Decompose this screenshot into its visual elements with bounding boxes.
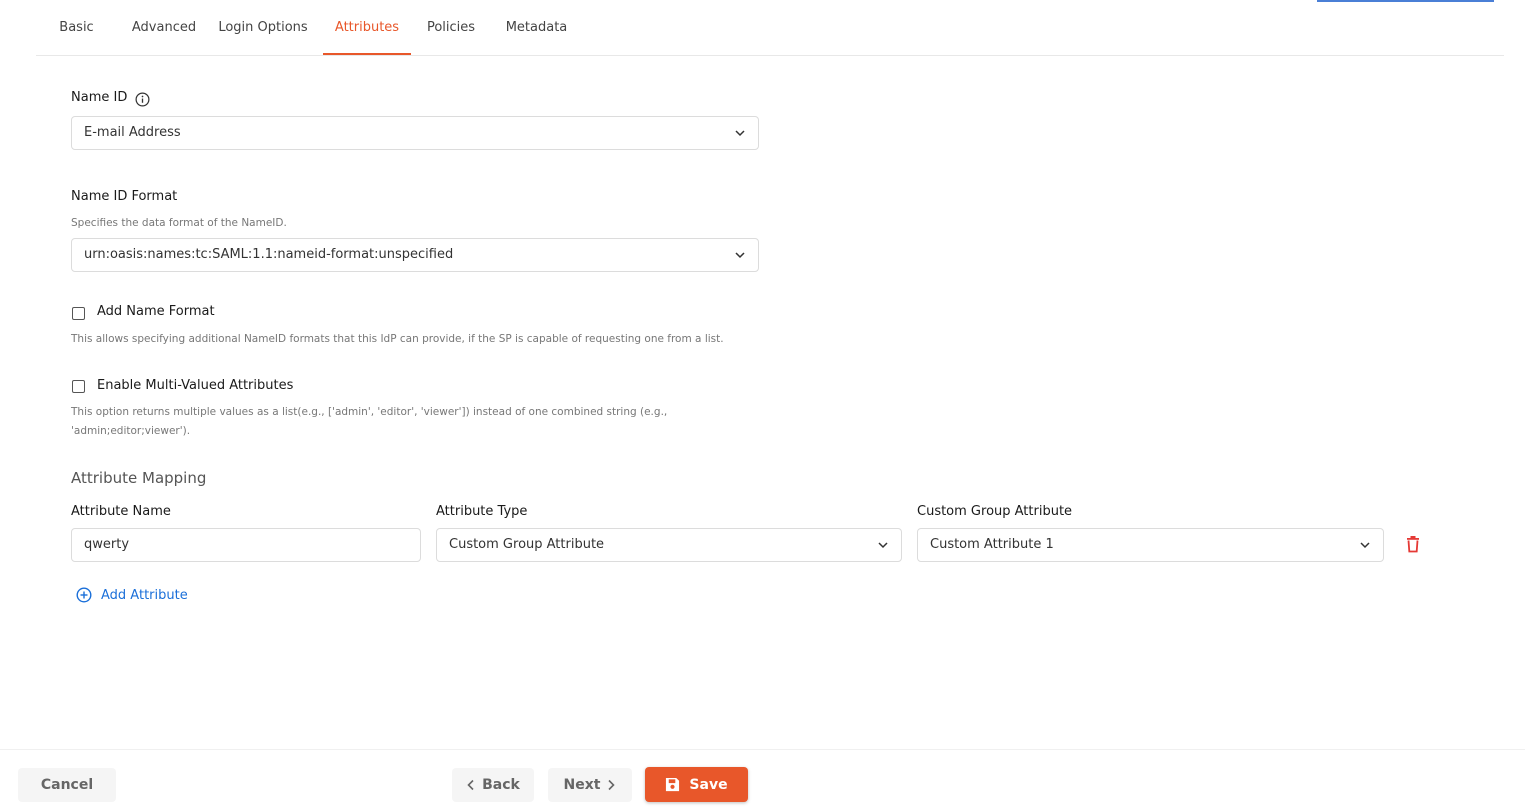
save-icon (666, 777, 680, 792)
add-attribute-button[interactable]: Add Attribute (76, 585, 188, 605)
multi-valued-label[interactable]: Enable Multi-Valued Attributes (97, 378, 293, 393)
footer-bar (0, 749, 1525, 810)
attribute-name-header: Attribute Name (71, 504, 171, 519)
delete-icon[interactable] (1405, 535, 1421, 553)
tab-attributes[interactable]: Attributes (323, 0, 411, 55)
back-button[interactable]: Back (452, 768, 534, 802)
multi-valued-help-line2: 'admin;editor;viewer'). (71, 425, 191, 437)
name-id-format-label: Name ID Format (71, 189, 178, 204)
chevron-down-icon (1360, 542, 1370, 549)
cancel-button[interactable]: Cancel (18, 768, 116, 802)
name-id-label: Name ID (71, 90, 128, 105)
name-id-value: E-mail Address (84, 125, 181, 140)
tab-login-options[interactable]: Login Options (213, 0, 313, 54)
add-name-format-label[interactable]: Add Name Format (97, 304, 215, 319)
custom-group-attribute-value: Custom Attribute 1 (930, 537, 1054, 552)
add-attribute-label: Add Attribute (101, 587, 188, 603)
multi-valued-help-line1: This option returns multiple values as a… (71, 406, 668, 418)
back-label: Back (482, 777, 520, 793)
attribute-type-header: Attribute Type (436, 504, 528, 519)
name-id-format-help: Specifies the data format of the NameID. (71, 217, 287, 229)
attribute-mapping-title: Attribute Mapping (71, 469, 207, 487)
multi-valued-checkbox[interactable] (72, 380, 85, 393)
name-id-select[interactable]: E-mail Address (71, 116, 759, 150)
tab-basic[interactable]: Basic (36, 0, 117, 54)
save-button[interactable]: Save (645, 767, 748, 802)
chevron-down-icon (735, 130, 745, 137)
chevron-left-icon (467, 779, 474, 791)
chevron-right-icon (608, 779, 616, 791)
attribute-type-select[interactable]: Custom Group Attribute (436, 528, 902, 562)
chevron-down-icon (735, 252, 745, 259)
attribute-name-input[interactable]: qwerty (71, 528, 421, 562)
add-name-format-help: This allows specifying additional NameID… (71, 333, 724, 345)
chevron-down-icon (878, 542, 888, 549)
attribute-type-value: Custom Group Attribute (449, 537, 605, 552)
info-icon[interactable] (135, 92, 150, 107)
save-label: Save (689, 776, 728, 793)
attribute-name-value: qwerty (84, 537, 130, 552)
custom-group-attribute-header: Custom Group Attribute (917, 504, 1073, 519)
tab-policies[interactable]: Policies (421, 0, 481, 54)
plus-circle-icon (76, 587, 92, 603)
next-label: Next (563, 777, 601, 793)
tab-bar: Basic Advanced Login Options Attributes … (36, 0, 1504, 56)
tab-advanced[interactable]: Advanced (128, 0, 200, 54)
name-id-format-select[interactable]: urn:oasis:names:tc:SAML:1.1:nameid-forma… (71, 238, 759, 272)
add-name-format-checkbox[interactable] (72, 307, 85, 320)
custom-group-attribute-select[interactable]: Custom Attribute 1 (917, 528, 1384, 562)
name-id-format-value: urn:oasis:names:tc:SAML:1.1:nameid-forma… (84, 247, 454, 262)
cancel-label: Cancel (40, 777, 94, 793)
tab-metadata[interactable]: Metadata (498, 0, 575, 54)
next-button[interactable]: Next (548, 768, 632, 802)
